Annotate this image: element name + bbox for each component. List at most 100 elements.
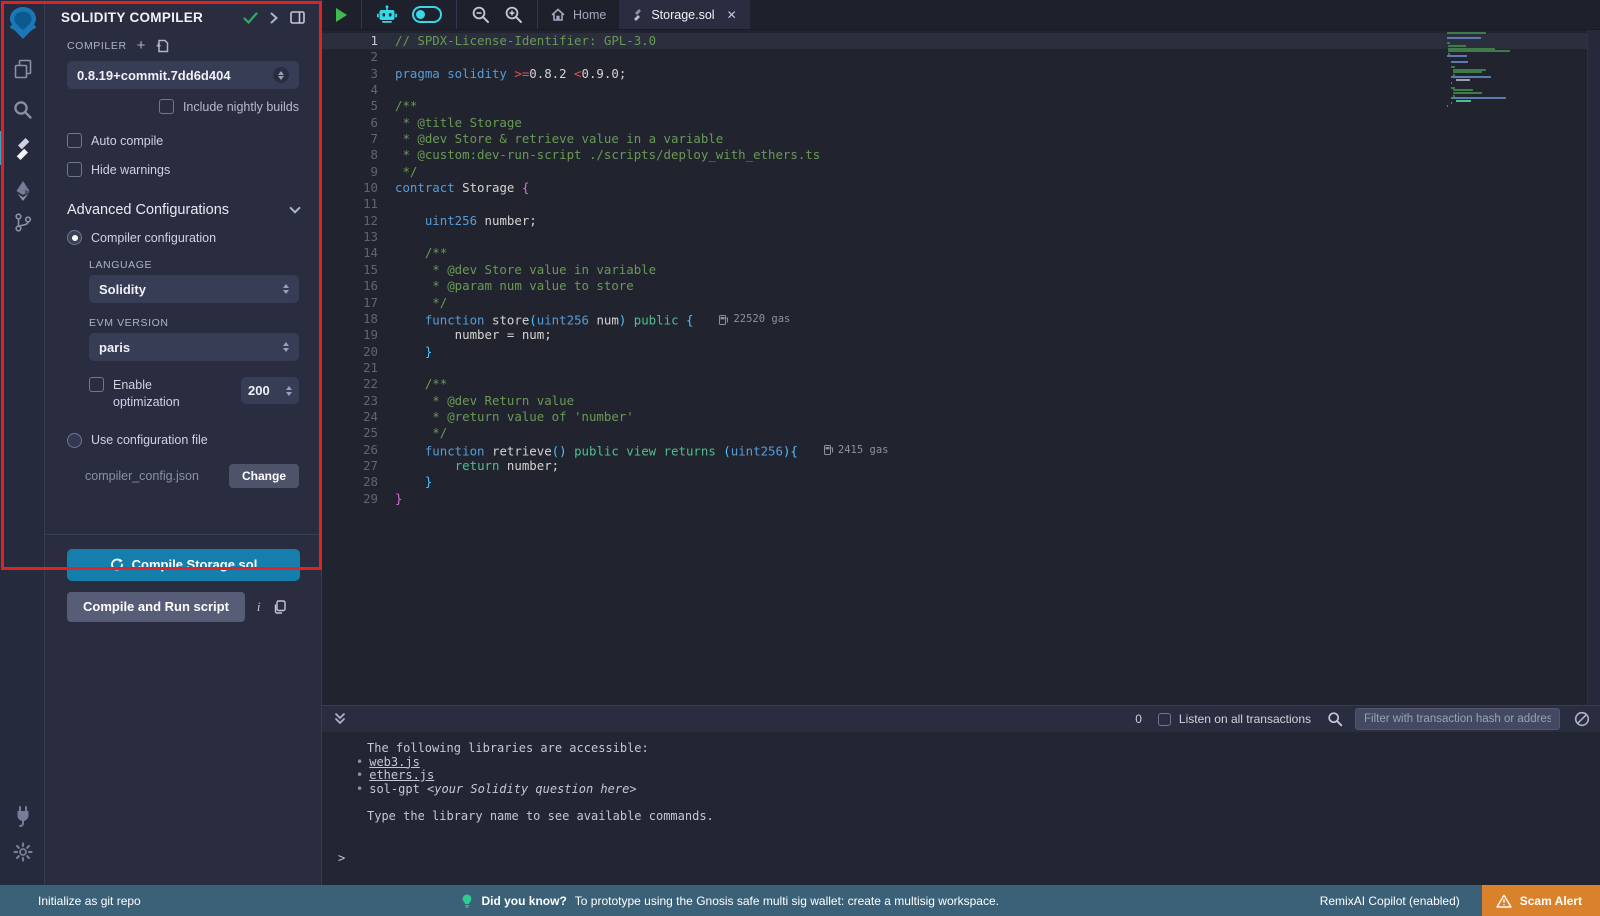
code-line[interactable]: 20 } (322, 344, 1600, 360)
code-line[interactable]: 7 * @dev Store & retrieve value in a var… (322, 131, 1600, 147)
compiler-version-select[interactable]: 0.8.19+commit.7dd6d404 (67, 61, 299, 89)
run-script-play-icon[interactable] (336, 8, 347, 22)
code-line[interactable]: 24 * @return value of 'number' (322, 409, 1600, 425)
git-init-status[interactable]: Initialize as git repo (0, 894, 141, 908)
library-link[interactable]: ethers.js (369, 768, 434, 782)
listen-all-transactions-checkbox[interactable] (1158, 713, 1171, 726)
settings-gear-icon[interactable] (0, 842, 45, 862)
code-line[interactable]: 28 } (322, 474, 1600, 490)
terminal-collapse-icon[interactable] (322, 712, 358, 726)
clear-console-icon[interactable] (1574, 711, 1590, 727)
code-line[interactable]: 22 /** (322, 376, 1600, 392)
chevron-right-icon[interactable] (270, 12, 278, 24)
config-file-name: compiler_config.json (85, 469, 229, 483)
advanced-configurations-toggle[interactable]: Advanced Configurations (45, 184, 321, 224)
copilot-status[interactable]: RemixAI Copilot (enabled) (1320, 894, 1460, 908)
code-line[interactable]: 17 */ (322, 295, 1600, 311)
code-line[interactable]: 5/** (322, 98, 1600, 114)
code-text: /** (378, 376, 447, 392)
code-line[interactable]: 18 function store(uint256 num) public {2… (322, 311, 1600, 327)
plugin-manager-icon[interactable] (0, 805, 45, 827)
code-editor[interactable]: 1// SPDX-License-Identifier: GPL-3.023pr… (322, 30, 1600, 705)
editor-scrollbar[interactable] (1587, 30, 1600, 705)
close-tab-icon[interactable]: ✕ (727, 8, 737, 22)
code-line[interactable]: 2 (322, 49, 1600, 65)
compiler-section-label: COMPILER (67, 40, 127, 52)
code-line[interactable]: 26 function retrieve() public view retur… (322, 442, 1600, 458)
hide-warnings-checkbox[interactable] (67, 162, 82, 177)
line-number: 3 (322, 66, 378, 82)
editor-minimap[interactable] (1447, 32, 1522, 108)
code-line[interactable]: 10contract Storage { (322, 180, 1600, 196)
code-line[interactable]: 21 (322, 360, 1600, 376)
code-line[interactable]: 25 */ (322, 425, 1600, 441)
hide-warnings-checkbox-row[interactable]: Hide warnings (45, 155, 321, 184)
compile-and-run-button[interactable]: Compile and Run script (67, 592, 245, 622)
compiler-configuration-radio-row[interactable]: Compiler configuration (45, 224, 321, 251)
gas-estimate-badge[interactable]: 22520 gas (719, 311, 790, 327)
compiler-configuration-radio[interactable] (67, 230, 82, 245)
enable-optimization-checkbox-row[interactable]: Enable optimization (89, 377, 241, 411)
line-number: 8 (322, 147, 378, 163)
terminal-search-icon[interactable] (1327, 711, 1343, 727)
file-explorer-icon[interactable] (0, 58, 45, 80)
code-text: * @title Storage (378, 115, 522, 131)
evm-version-select[interactable]: paris (89, 333, 299, 361)
info-icon[interactable]: i (257, 599, 261, 615)
code-line[interactable]: 9 */ (322, 164, 1600, 180)
code-line[interactable]: 27 return number; (322, 458, 1600, 474)
ai-copilot-robot-icon[interactable] (376, 5, 398, 25)
gas-estimate-badge[interactable]: 2415 gas (824, 442, 889, 458)
code-line[interactable]: 6 * @title Storage (322, 115, 1600, 131)
terminal-line: •ethers.js (338, 769, 1600, 783)
git-icon[interactable] (0, 212, 45, 233)
code-line[interactable]: 13 (322, 229, 1600, 245)
search-icon[interactable] (0, 99, 45, 120)
code-line[interactable]: 29} (322, 491, 1600, 507)
code-text: number = num; (378, 327, 552, 343)
zoom-out-icon[interactable] (471, 5, 490, 24)
deploy-run-icon[interactable] (0, 180, 45, 202)
compile-button[interactable]: Compile Storage.sol (67, 549, 300, 581)
code-line[interactable]: 19 number = num; (322, 327, 1600, 343)
remix-logo[interactable] (0, 6, 45, 40)
transaction-filter-input[interactable] (1355, 708, 1560, 730)
use-configuration-file-radio-row[interactable]: Use configuration file (45, 411, 321, 454)
copy-icon[interactable] (273, 600, 286, 614)
code-line[interactable]: 14 /** (322, 245, 1600, 261)
code-line[interactable]: 4 (322, 82, 1600, 98)
language-select[interactable]: Solidity (89, 275, 299, 303)
code-line[interactable]: 16 * @param num value to store (322, 278, 1600, 294)
listen-all-transactions-row[interactable]: Listen on all transactions (1158, 712, 1311, 726)
code-text: function store(uint256 num) public {2252… (378, 311, 790, 327)
include-nightly-checkbox-row[interactable]: Include nightly builds (45, 89, 321, 121)
optimization-runs-input[interactable]: 200 (241, 377, 299, 404)
tab-storage-sol[interactable]: Storage.sol ✕ (619, 0, 749, 29)
code-line[interactable]: 3pragma solidity >=0.8.2 <0.9.0; (322, 66, 1600, 82)
copilot-toggle[interactable] (412, 6, 442, 23)
line-number: 15 (322, 262, 378, 278)
code-line[interactable]: 15 * @dev Store value in variable (322, 262, 1600, 278)
terminal-prompt[interactable]: > (338, 851, 1600, 865)
terminal-output[interactable]: The following libraries are accessible:•… (322, 732, 1600, 885)
select-stepper-icon (283, 284, 289, 294)
change-config-button[interactable]: Change (229, 464, 299, 488)
use-configuration-file-radio[interactable] (67, 433, 82, 448)
auto-compile-checkbox-row[interactable]: Auto compile (45, 121, 321, 155)
open-file-icon[interactable] (155, 39, 169, 53)
add-compiler-icon[interactable]: + (137, 41, 146, 51)
code-line[interactable]: 8 * @custom:dev-run-script ./scripts/dep… (322, 147, 1600, 163)
scam-alert-button[interactable]: Scam Alert (1482, 885, 1600, 916)
code-line[interactable]: 11 (322, 196, 1600, 212)
library-link[interactable]: web3.js (369, 755, 420, 769)
tab-home[interactable]: Home (538, 0, 619, 29)
include-nightly-checkbox[interactable] (159, 99, 174, 114)
zoom-in-icon[interactable] (504, 5, 523, 24)
auto-compile-checkbox[interactable] (67, 133, 82, 148)
solidity-compiler-icon[interactable] (0, 137, 45, 161)
enable-optimization-checkbox[interactable] (89, 377, 104, 392)
code-line[interactable]: 12 uint256 number; (322, 213, 1600, 229)
code-line[interactable]: 23 * @dev Return value (322, 393, 1600, 409)
pin-panel-icon[interactable] (290, 11, 305, 24)
code-line[interactable]: 1// SPDX-License-Identifier: GPL-3.0 (322, 33, 1600, 49)
